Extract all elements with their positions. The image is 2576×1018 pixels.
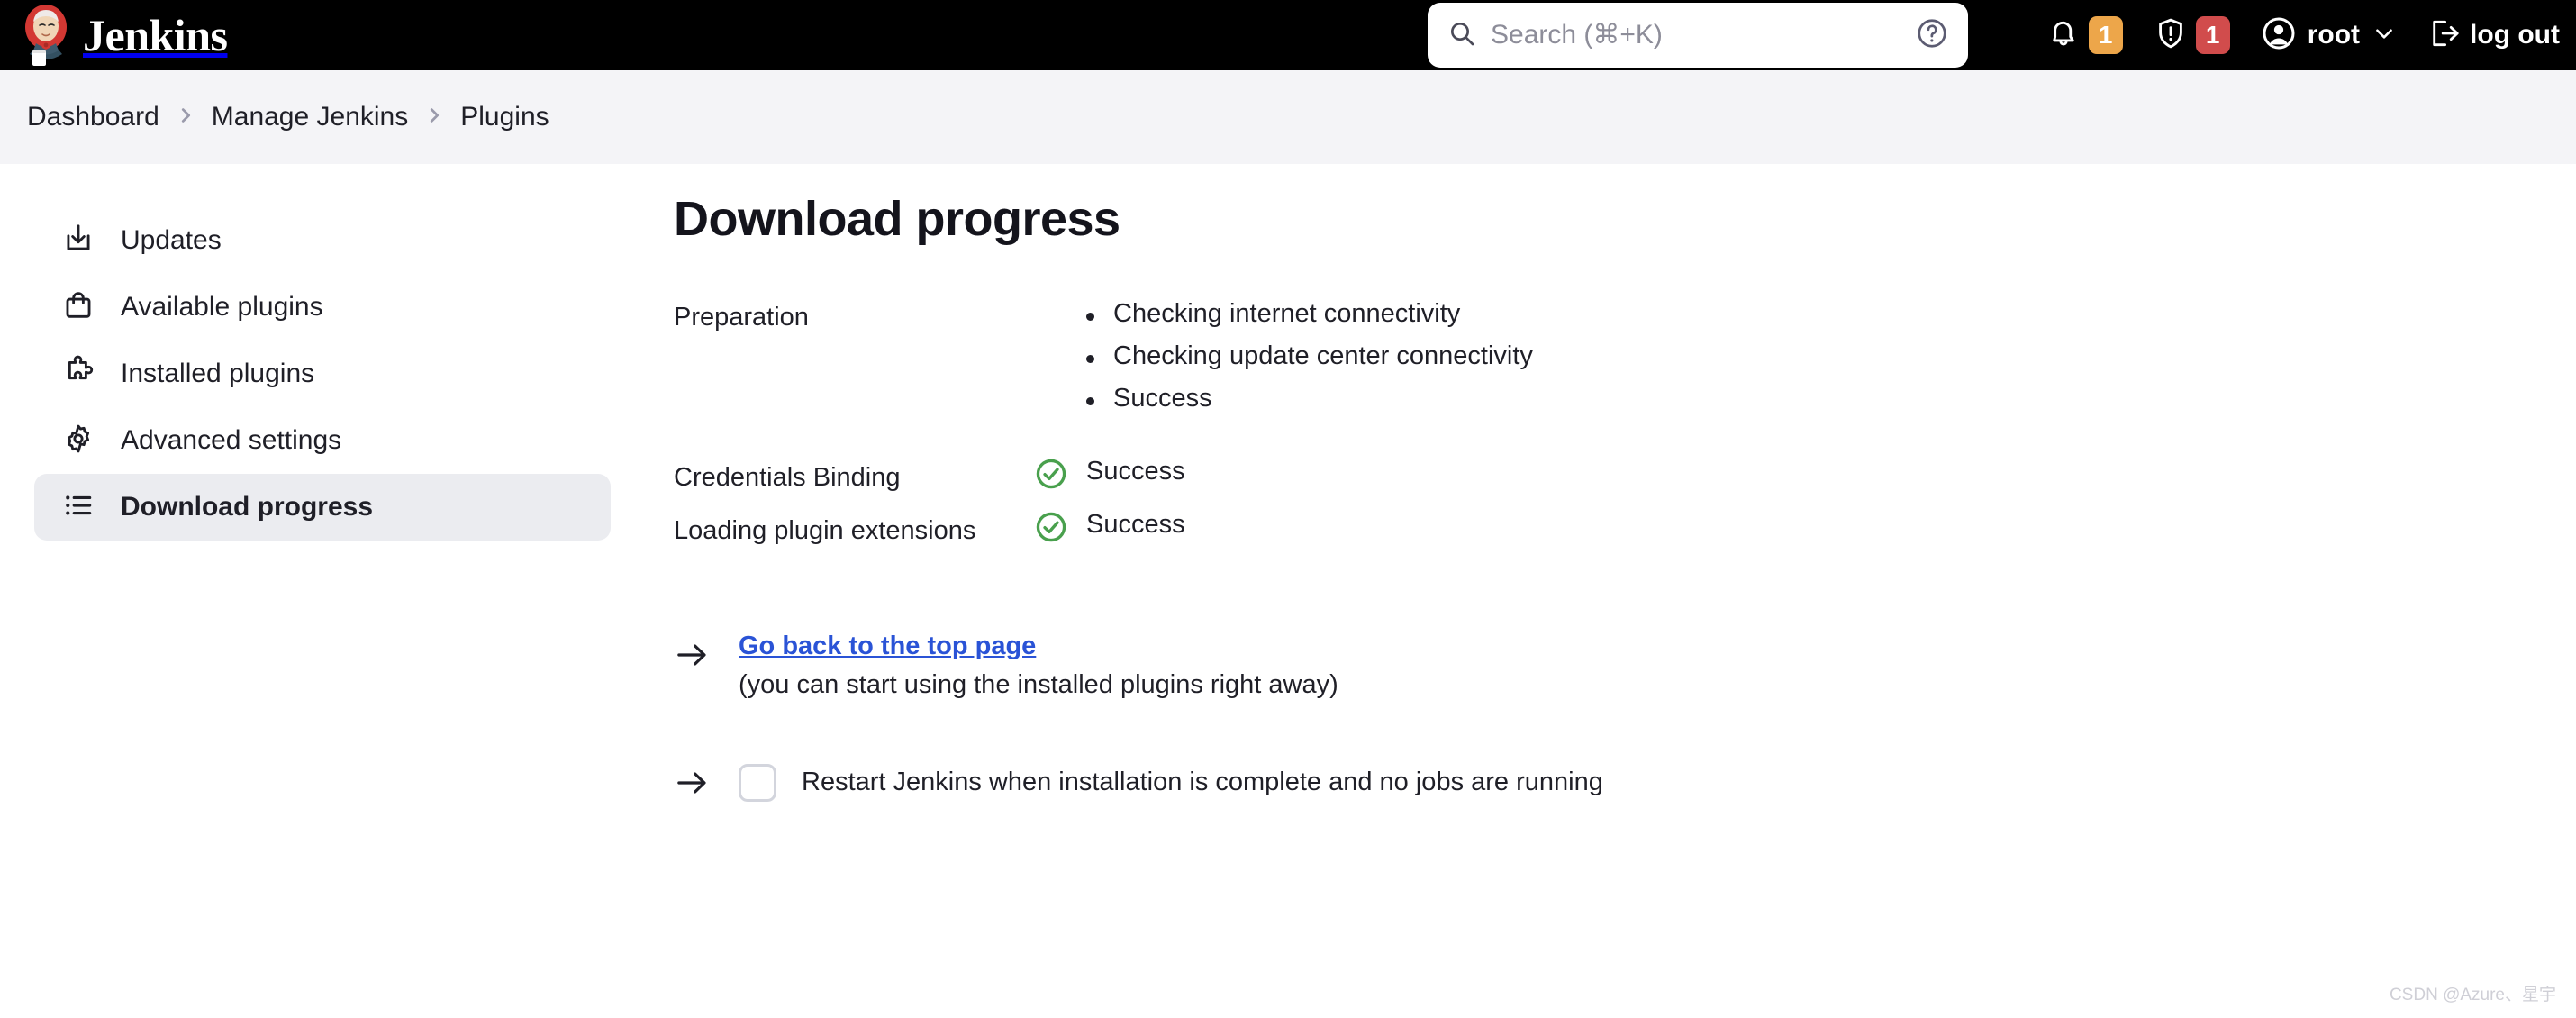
restart-jenkins-checkbox[interactable] (739, 763, 776, 802)
preparation-steps: Checking internet connectivity Checking … (1086, 299, 1533, 426)
notifications-badge: 1 (2088, 16, 2123, 54)
chevron-right-icon (408, 105, 460, 130)
chevron-down-icon[interactable] (2360, 22, 2396, 50)
plugin-name: Credentials Binding (674, 463, 901, 492)
sidebar-item-label: Advanced settings (121, 425, 342, 455)
search-input[interactable] (1491, 20, 1916, 50)
list-item: Checking update center connectivity (1086, 341, 1533, 371)
sidebar-item-label: Download progress (121, 492, 374, 522)
table-row: Loading plugin extensions Success (674, 510, 2025, 549)
sidebar-item-updates[interactable]: Updates (34, 207, 611, 274)
check-circle-icon (1034, 510, 1068, 549)
page-title: Download progress (674, 192, 1120, 246)
sidebar-item-label: Updates (121, 225, 222, 255)
shopping-bag-icon (61, 288, 95, 327)
go-back-to-top-page-link[interactable]: Go back to the top page (739, 632, 1036, 661)
status-badge: Success (1086, 457, 1185, 486)
sidebar-item-label: Available plugins (121, 292, 323, 322)
header-actions: 1 1 root log out (2046, 0, 2560, 70)
download-status-table: Preparation Checking internet connectivi… (674, 299, 2025, 549)
plugin-name: Loading plugin extensions (674, 516, 976, 545)
jenkins-butler-logo (18, 4, 74, 67)
gear-icon (61, 422, 95, 460)
brand-name: Jenkins (83, 10, 228, 60)
go-back-row: Go back to the top page (you can start u… (674, 632, 2475, 700)
check-circle-icon (1034, 457, 1068, 495)
table-row: Credentials Binding Success (674, 457, 2025, 495)
plugin-status: Success (1034, 510, 1185, 549)
main-content: Download progress Preparation Checking i… (674, 191, 2475, 805)
breadcrumb-item-plugins[interactable]: Plugins (460, 102, 549, 132)
global-search[interactable] (1428, 3, 1968, 68)
sidebar-item-label: Installed plugins (121, 359, 315, 388)
sidebar-item-available-plugins[interactable]: Available plugins (34, 274, 611, 341)
restart-jenkins-label: Restart Jenkins when installation is com… (802, 768, 1603, 796)
bell-icon (2046, 16, 2081, 55)
shield-warning-icon (2154, 16, 2188, 55)
go-back-sublabel: (you can start using the installed plugi… (739, 670, 1338, 699)
puzzle-piece-icon (61, 355, 95, 394)
user-circle-icon (2261, 15, 2297, 56)
status-badge: Success (1086, 510, 1185, 539)
arrow-right-icon (674, 632, 710, 677)
restart-jenkins-row: Restart Jenkins when installation is com… (674, 759, 2475, 805)
security-badge: 1 (2195, 16, 2230, 54)
logout-icon (2426, 16, 2461, 55)
logout-button[interactable]: log out (2426, 0, 2560, 70)
breadcrumb: Dashboard Manage Jenkins Plugins (0, 70, 2576, 164)
arrow-right-icon (674, 759, 710, 805)
jenkins-home-link[interactable]: Jenkins (18, 0, 228, 70)
list-item: Success (1086, 384, 1533, 414)
logout-label: log out (2470, 20, 2560, 50)
download-tray-icon (61, 222, 95, 260)
user-menu-button[interactable]: root (2261, 0, 2396, 70)
breadcrumb-item-dashboard[interactable]: Dashboard (27, 102, 159, 132)
preparation-row: Preparation Checking internet connectivi… (674, 299, 2025, 426)
notifications-button[interactable]: 1 (2046, 0, 2123, 70)
plugins-sidebar: Updates Available plugins Installed plug… (34, 207, 611, 541)
sidebar-item-advanced-settings[interactable]: Advanced settings (34, 407, 611, 474)
list-item: Checking internet connectivity (1086, 299, 1533, 329)
plugin-status: Success (1034, 457, 1185, 495)
question-circle-icon[interactable] (1916, 17, 1948, 54)
user-name: root (2307, 20, 2361, 50)
post-install-actions: Go back to the top page (you can start u… (674, 632, 2475, 805)
breadcrumb-item-manage-jenkins[interactable]: Manage Jenkins (212, 102, 408, 132)
watermark: CSDN @Azure、星宇 (2389, 986, 2556, 1004)
page-body: Updates Available plugins Installed plug… (0, 164, 2576, 1018)
security-warnings-button[interactable]: 1 (2154, 0, 2230, 70)
chevron-right-icon (159, 105, 212, 130)
sidebar-item-installed-plugins[interactable]: Installed plugins (34, 341, 611, 407)
search-icon (1447, 19, 1476, 52)
sidebar-item-download-progress[interactable]: Download progress (34, 474, 611, 541)
app-header: Jenkins 1 (0, 0, 2576, 70)
preparation-label: Preparation (674, 303, 809, 332)
list-icon (61, 488, 95, 527)
